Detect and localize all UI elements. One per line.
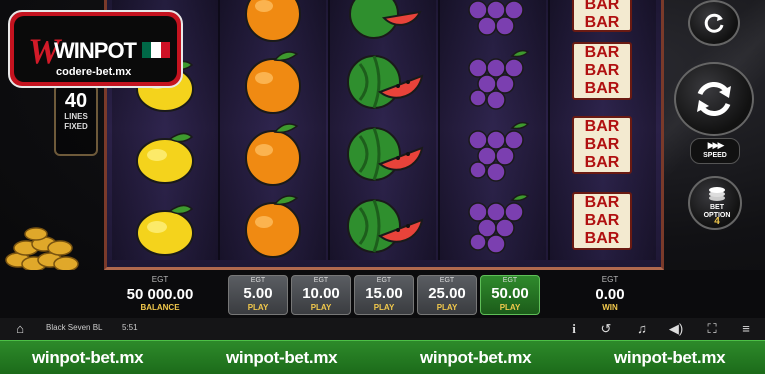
speed-label: SPEED	[703, 152, 727, 159]
bet-play-label: PLAY	[499, 303, 521, 312]
bet-egt: EGT	[250, 277, 266, 284]
orange-symbol	[245, 51, 301, 114]
lines-label: LINES	[64, 112, 88, 121]
speed-button[interactable]: ▶▶▶ SPEED	[690, 138, 740, 164]
bet-play-label: PLAY	[310, 303, 332, 312]
reel-5: BAR BAR BAR BAR BAR BAR BAR BAR BAR BAR …	[550, 0, 656, 260]
music-icon[interactable]: ♫	[634, 321, 650, 337]
lemon-symbol	[136, 204, 194, 256]
bet-button-25[interactable]: EGT 25.00 PLAY	[417, 275, 477, 315]
lines-fixed-label: FIXED	[64, 122, 88, 131]
reel-4	[440, 0, 546, 260]
autoplay-button[interactable]	[688, 0, 740, 46]
bet-value: 5.00	[243, 285, 273, 302]
grapes-symbol	[468, 193, 530, 254]
bet-option-value: 4	[714, 216, 720, 227]
bet-value: 10.00	[302, 285, 340, 302]
bet-egt: EGT	[313, 277, 329, 284]
bet-button-5[interactable]: EGT 5.00 PLAY	[228, 275, 288, 315]
logo-text: WINPOT	[54, 38, 137, 63]
bet-button-10[interactable]: EGT 10.00 PLAY	[291, 275, 351, 315]
logo-subtext: codere-bet.mx	[56, 66, 132, 78]
bet-play-label: PLAY	[373, 303, 395, 312]
reel-3	[330, 0, 436, 260]
watermark-text: winpot-bet.mx	[226, 348, 338, 367]
bet-option-label-1: BET	[710, 204, 724, 211]
speed-icon: ▶▶▶	[707, 140, 725, 150]
win-egt: EGT	[601, 275, 619, 284]
bet-button-15[interactable]: EGT 15.00 PLAY	[354, 275, 414, 315]
orange-symbol	[245, 123, 301, 186]
chip-stack-icon	[709, 187, 725, 201]
bet-egt: EGT	[502, 277, 518, 284]
balance-egt: EGT	[151, 275, 169, 284]
logo-inner: W WINPOT codere-bet.mx	[14, 16, 177, 82]
win-value: 0.00	[595, 286, 625, 303]
bet-value: 25.00	[428, 285, 466, 302]
grapes-symbol	[468, 49, 530, 110]
watermark-text: winpot-bet.mx	[32, 348, 144, 367]
bet-egt: EGT	[376, 277, 392, 284]
bar-symbol: BAR BAR BAR	[572, 42, 632, 100]
reel-2	[220, 0, 326, 260]
lemon-symbol	[136, 132, 194, 184]
watermelon-symbol	[347, 55, 424, 109]
refresh-icon	[704, 13, 724, 33]
fullscreen-icon[interactable]: ⛶	[704, 321, 720, 337]
history-icon[interactable]: ↺	[598, 321, 614, 337]
clock-time: 5:51	[122, 323, 138, 332]
bar-symbol: BAR BAR	[572, 0, 632, 32]
menu-icon[interactable]: ≡	[738, 321, 754, 337]
balance-value: 50 000.00	[126, 286, 194, 303]
game-name: Black Seven BL	[46, 323, 103, 332]
lines-indicator: 40 LINES FIXED	[54, 84, 98, 156]
coins-pile-icon	[5, 227, 79, 272]
info-icon[interactable]: i	[566, 321, 582, 337]
home-icon[interactable]: ⌂	[12, 321, 28, 337]
winpot-logo: W WINPOT codere-bet.mx	[8, 10, 183, 88]
orange-symbol	[245, 195, 301, 258]
spin-icon	[697, 81, 731, 117]
bet-egt: EGT	[439, 277, 455, 284]
bet-play-label: PLAY	[247, 303, 269, 312]
spin-button[interactable]	[674, 62, 754, 136]
bet-button-50-selected[interactable]: EGT 50.00 PLAY	[480, 275, 540, 315]
reels-area: BAR BAR BAR BAR BAR BAR BAR BAR BAR BAR …	[104, 0, 664, 270]
grapes-symbol	[468, 121, 530, 182]
win-label: WIN	[602, 303, 618, 312]
lines-count: 40	[64, 90, 88, 112]
bar-symbol: BAR BAR BAR	[572, 116, 632, 174]
bet-play-label: PLAY	[436, 303, 458, 312]
watermark-text: winpot-bet.mx	[420, 348, 532, 367]
watermark-footer: winpot-bet.mx winpot-bet.mx winpot-bet.m…	[0, 340, 765, 374]
bet-option-button[interactable]: BET OPTION 4	[688, 176, 742, 230]
bar-symbol: BAR BAR BAR	[572, 192, 632, 250]
status-bar: ⌂ Black Seven BL 5:51 i ↺ ♫ ◀) ⛶ ≡	[0, 318, 765, 340]
watermelon-symbol	[347, 127, 424, 181]
balance-label: BALANCE	[140, 303, 180, 312]
watermark-text: winpot-bet.mx	[614, 348, 726, 367]
bet-value: 50.00	[491, 285, 529, 302]
watermelon-symbol	[347, 199, 424, 253]
bet-value: 15.00	[365, 285, 403, 302]
mexico-flag-icon	[142, 42, 170, 58]
sound-icon[interactable]: ◀)	[668, 321, 684, 337]
